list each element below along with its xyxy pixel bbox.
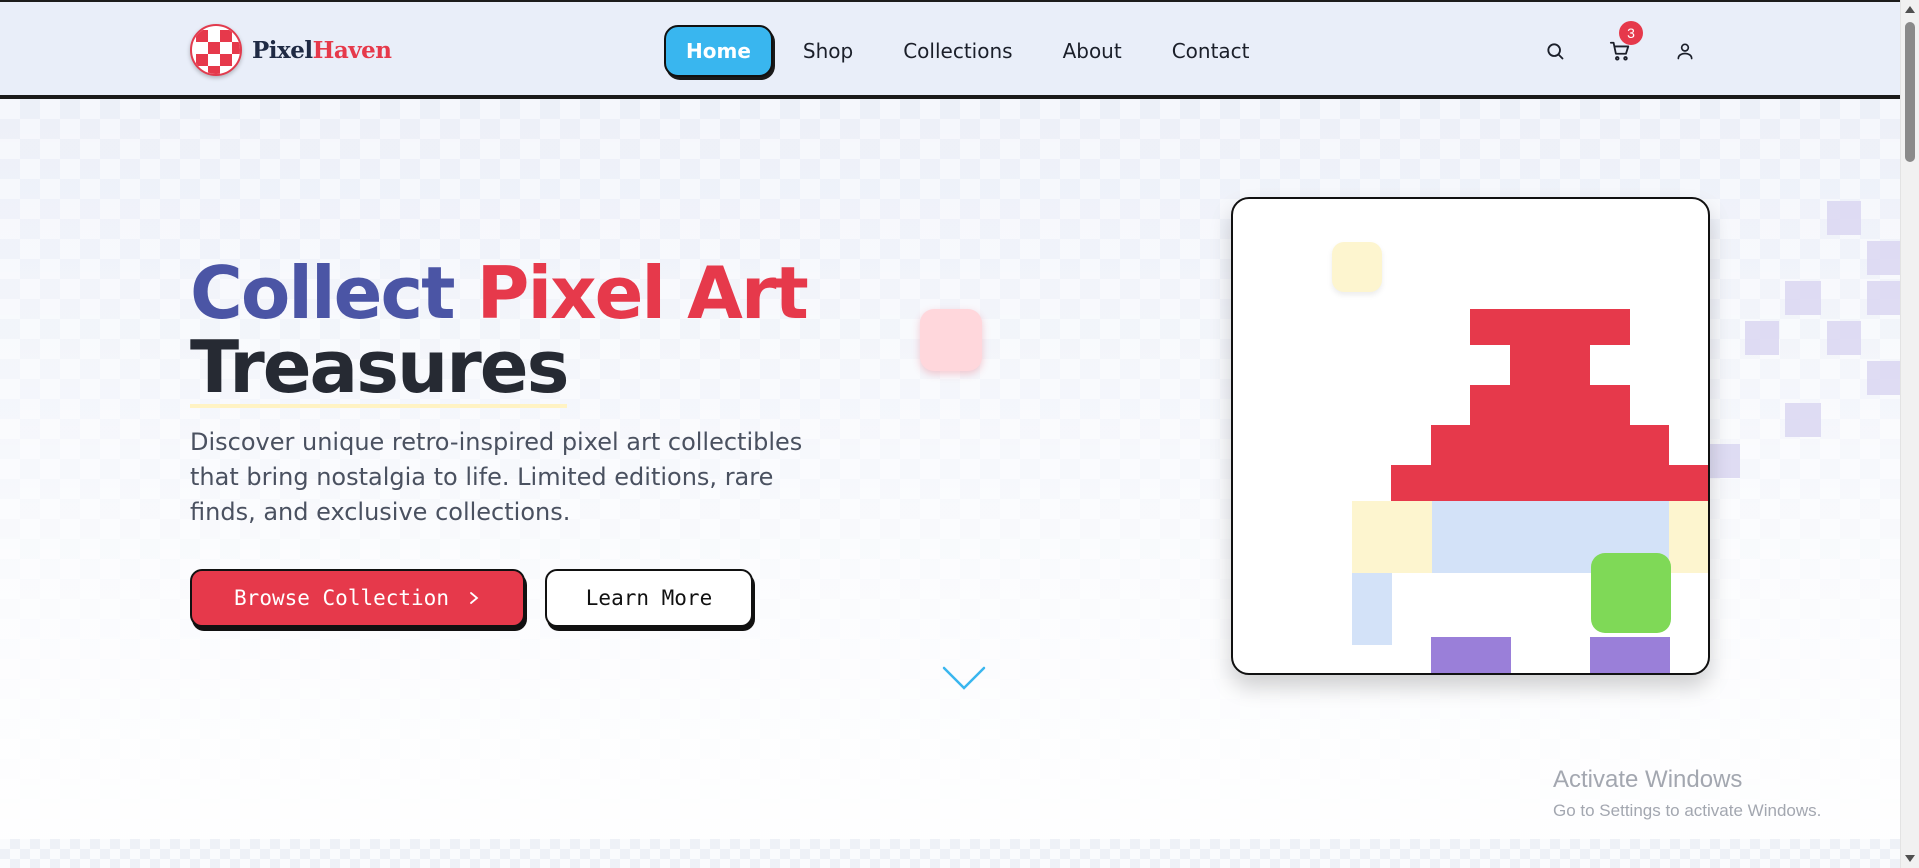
pixel-red-block [1470, 385, 1630, 425]
pixel-yellow-dot [1332, 242, 1382, 292]
brand-name-part2: Haven [312, 36, 392, 64]
decorative-pixel [1785, 281, 1821, 315]
browse-collection-button[interactable]: Browse Collection [190, 569, 525, 627]
learn-more-button[interactable]: Learn More [545, 569, 753, 627]
nav-shop[interactable]: Shop [783, 24, 873, 78]
decorative-pixel [1827, 321, 1861, 355]
nav-collections[interactable]: Collections [883, 24, 1032, 78]
featured-pixel-art-card [1231, 197, 1710, 675]
pixel-green-block [1591, 553, 1671, 633]
nav-about[interactable]: About [1043, 24, 1142, 78]
scroll-up-arrow-icon[interactable] [1905, 6, 1915, 13]
main-nav: Home Shop Collections About Contact [664, 24, 1280, 78]
learn-more-label: Learn More [585, 586, 713, 610]
search-icon [1547, 43, 1564, 60]
header-actions: 3 [1538, 21, 1733, 68]
decorative-pixel [1827, 201, 1861, 235]
brand-logo[interactable]: PixelHaven [190, 24, 392, 76]
nav-home[interactable]: Home [664, 25, 773, 77]
decorative-pixel [1745, 321, 1779, 355]
section-divider [0, 839, 1900, 868]
brand-name-part1: Pixel [252, 36, 313, 64]
hero-description: Discover unique retro-inspired pixel art… [190, 428, 803, 526]
windows-watermark-title: Activate Windows [1553, 766, 1743, 793]
browse-collection-label: Browse Collection [234, 586, 449, 610]
scrollbar-thumb[interactable] [1905, 22, 1915, 162]
pixel-red-block [1391, 465, 1708, 501]
brand-name: PixelHaven [252, 36, 392, 64]
pixel-yellow-block [1352, 501, 1432, 573]
decorative-pixel [1867, 241, 1900, 275]
scroll-down-button[interactable] [942, 664, 986, 696]
chevron-down-icon [942, 666, 986, 690]
decorative-pixel [1867, 361, 1900, 395]
decorative-pixel [1710, 444, 1740, 478]
site-header: PixelHaven Home Shop Collections About C… [0, 0, 1900, 99]
hero-title-part1: Collect [190, 251, 456, 335]
pixel-purple-block [1431, 637, 1511, 673]
pixel-red-block [1470, 309, 1630, 345]
cart-button[interactable]: 3 [1603, 21, 1643, 68]
hero-title-part2: Pixel Art [476, 251, 809, 335]
windows-watermark-subtitle: Go to Settings to activate Windows. [1553, 801, 1822, 820]
search-button[interactable] [1538, 34, 1572, 68]
floating-pixel-pink [920, 309, 982, 371]
decorative-pixel [1785, 403, 1821, 437]
chevron-right-icon [467, 586, 481, 610]
nav-contact[interactable]: Contact [1152, 24, 1270, 78]
pixel-purple-block [1590, 637, 1670, 673]
cart-count-badge: 3 [1619, 21, 1643, 45]
page-scrollbar[interactable] [1900, 0, 1919, 868]
pixel-red-block [1431, 425, 1669, 465]
scroll-down-arrow-icon[interactable] [1905, 855, 1915, 862]
pixel-red-block [1510, 345, 1590, 385]
pixel-logo-icon [190, 24, 242, 76]
account-button[interactable] [1668, 34, 1702, 68]
decorative-pixel [1867, 281, 1900, 315]
pixel-yellow-block [1669, 501, 1708, 573]
user-icon [1677, 43, 1693, 60]
hero-title: Collect Pixel Art Treasures [190, 256, 809, 409]
hero-title-part3: Treasures [190, 325, 569, 409]
pixel-blue-block [1352, 573, 1392, 645]
